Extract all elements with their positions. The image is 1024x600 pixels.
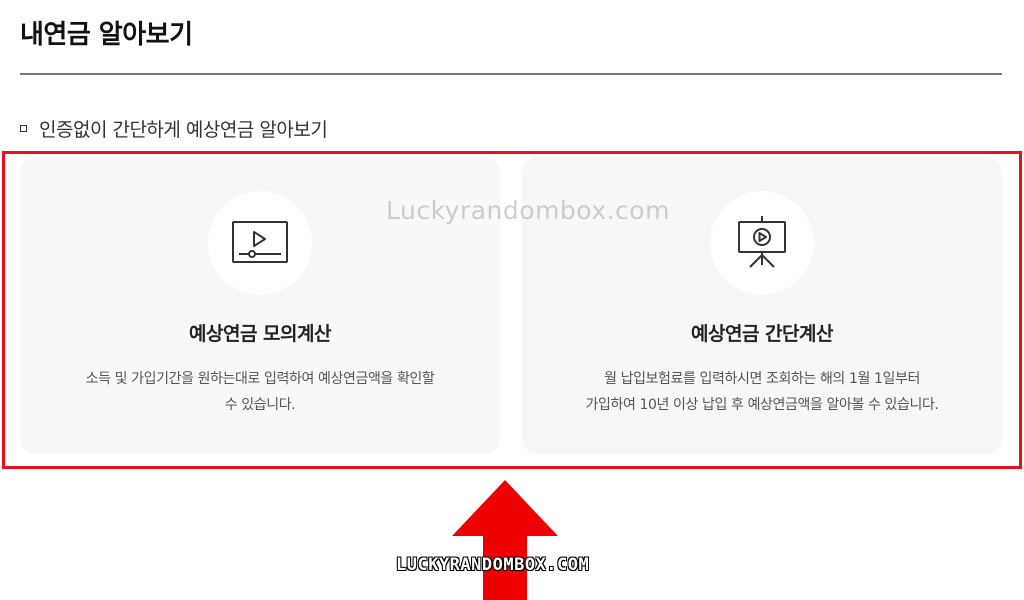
- title-divider: [20, 73, 1002, 75]
- red-up-arrow-icon: [452, 480, 558, 600]
- section-heading-text: 인증없이 간단하게 예상연금 알아보기: [39, 119, 328, 141]
- section-heading: 인증없이 간단하게 예상연금 알아보기: [20, 115, 328, 142]
- red-highlight-box: [2, 151, 1022, 469]
- square-bullet-icon: [20, 125, 27, 132]
- page-title: 내연금 알아보기: [20, 20, 193, 50]
